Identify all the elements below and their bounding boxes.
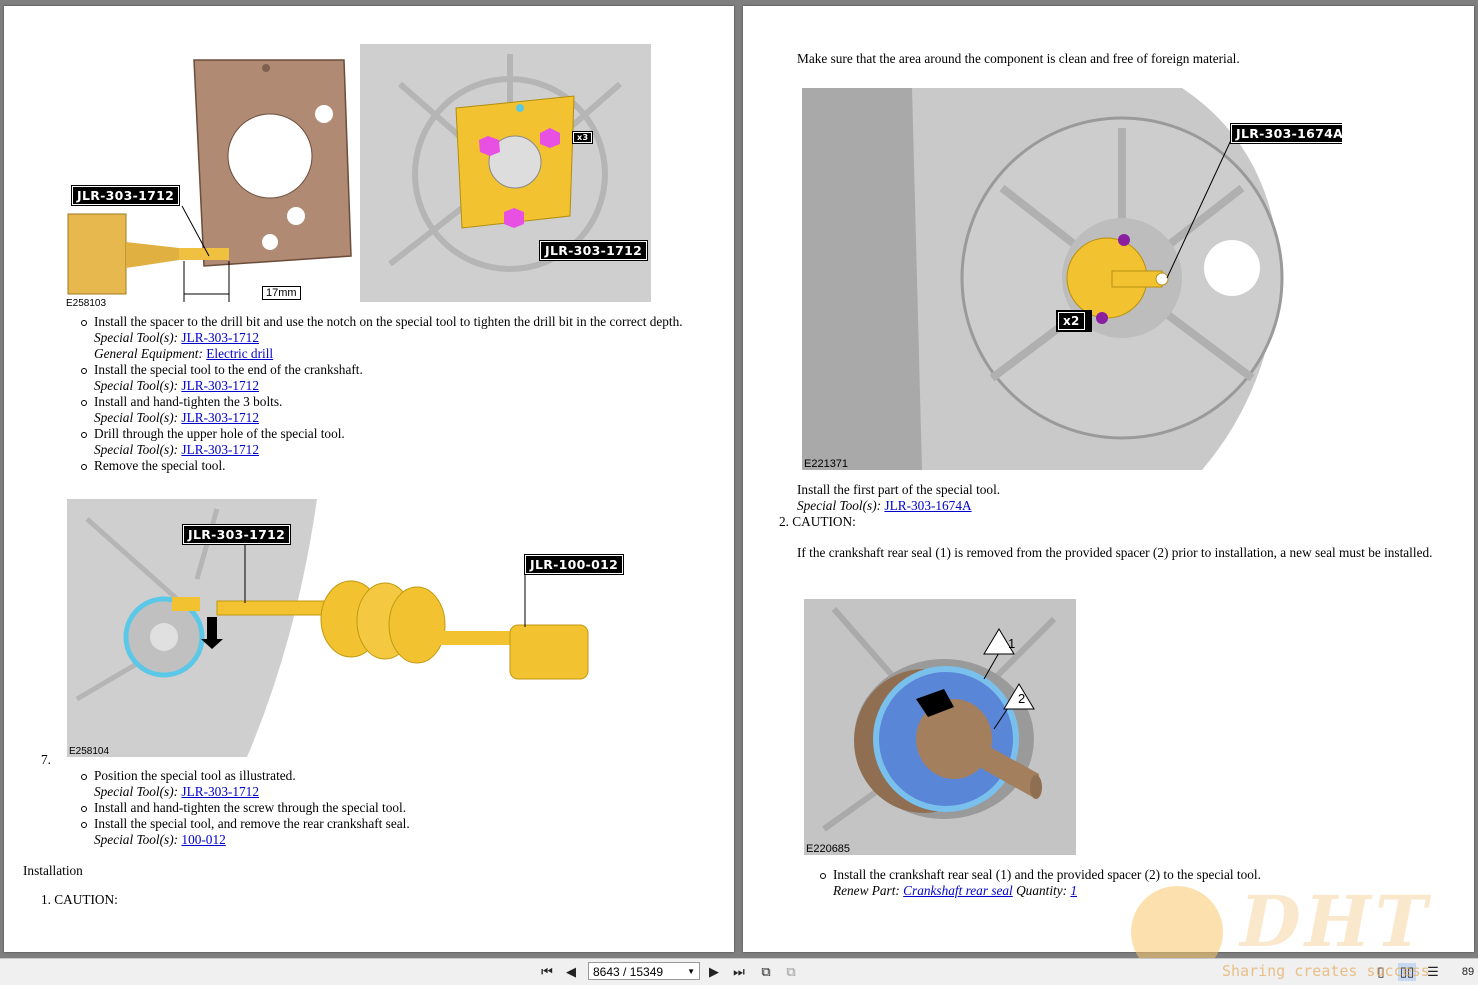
callout-tool-label-right: JLR-303-1712 (538, 240, 649, 261)
figure-id: E258104 (69, 746, 110, 757)
document-page-right: Make sure that the area around the compo… (743, 6, 1474, 952)
special-tool-link[interactable]: JLR-303-1674A (884, 498, 971, 513)
figure-rear-seal: 1 2 E220685 (804, 599, 1076, 855)
document-page-left: JLR-303-1712 17mm E258103 x3 JLR-303-171… (4, 6, 734, 952)
figure-id: E221371 (804, 458, 849, 470)
label-seal-1: 1 (1008, 636, 1016, 651)
renew-part-link[interactable]: Crankshaft rear seal (903, 883, 1013, 898)
callout-count: x2 (1057, 311, 1086, 331)
list-item: Install the spacer to the drill bit and … (81, 314, 704, 362)
copy-page-icon[interactable]: ⧉ (757, 963, 775, 981)
caution-text: If the crankshaft rear seal (1) is remov… (797, 545, 1433, 560)
special-tool-link[interactable]: JLR-303-1712 (181, 410, 259, 425)
watermark-logo: DHT (1240, 880, 1431, 963)
list-item: Install and hand-tighten the 3 bolts. Sp… (81, 394, 704, 426)
special-tool-link[interactable]: JLR-303-1712 (181, 784, 259, 799)
page-number-input[interactable]: 8643 / 15349 ▼ (588, 962, 700, 980)
special-tool-link[interactable]: 100-012 (181, 832, 225, 847)
callout-tool-b: JLR-100-012 (523, 554, 625, 575)
dimension-label: 17mm (262, 286, 301, 300)
figure-drill-spacer: JLR-303-1712 17mm E258103 (64, 46, 358, 308)
first-page-icon[interactable]: ⏮ (538, 963, 556, 981)
intro-text: Make sure that the area around the compo… (797, 51, 1240, 66)
install-first-text: Install the first part of the special to… (797, 482, 1001, 513)
chevron-down-icon[interactable]: ▼ (687, 963, 695, 981)
section-heading-installation: Installation (23, 863, 83, 878)
caution-heading: 1. CAUTION: (41, 892, 118, 907)
figure-id: E258103 (66, 298, 107, 308)
special-tool-link[interactable]: JLR-303-1712 (181, 330, 259, 345)
list-item: Install the special tool to the end of t… (81, 362, 704, 394)
quantity-link[interactable]: 1 (1070, 883, 1077, 898)
special-tool-link[interactable]: JLR-303-1712 (181, 442, 259, 457)
zoom-level[interactable]: 89 (1458, 963, 1478, 981)
label-spacer-2: 2 (1018, 691, 1026, 706)
list-item: Install the special tool, and remove the… (81, 816, 704, 848)
watermark-slogan: Sharing creates success (1222, 962, 1430, 980)
callout-count: x3 (571, 131, 594, 144)
step-list-1: Install the spacer to the drill bit and … (81, 314, 704, 474)
list-item: Install and hand-tighten the screw throu… (81, 800, 704, 816)
export-page-icon[interactable]: ⧉ (782, 963, 800, 981)
callout-tool-label: JLR-303-1712 (70, 185, 181, 206)
step-number: 7. (41, 752, 51, 767)
caution-heading: 2. CAUTION: (779, 514, 856, 529)
figure-id: E220685 (806, 843, 851, 855)
figure-first-part-tool: JLR-303-1674A x2 E221371 (802, 88, 1342, 470)
general-equipment-link[interactable]: Electric drill (206, 346, 273, 361)
special-tool-link[interactable]: JLR-303-1712 (181, 378, 259, 393)
last-page-icon[interactable]: ⏭ (730, 963, 748, 981)
list-item: Drill through the upper hole of the spec… (81, 426, 704, 458)
figure-slide-hammer: JLR-303-1712 JLR-100-012 E258104 (67, 499, 627, 757)
callout-tool-label: JLR-303-1674A (1229, 123, 1342, 144)
prev-page-icon[interactable]: ◀ (562, 963, 580, 981)
list-item: Position the special tool as illustrated… (81, 768, 704, 800)
callout-tool-a: JLR-303-1712 (181, 524, 292, 545)
next-page-icon[interactable]: ▶ (705, 963, 723, 981)
step-list-2: Position the special tool as illustrated… (81, 768, 704, 848)
list-item: Remove the special tool. (81, 458, 704, 474)
figure-tool-on-crankshaft: x3 JLR-303-1712 (360, 44, 651, 302)
